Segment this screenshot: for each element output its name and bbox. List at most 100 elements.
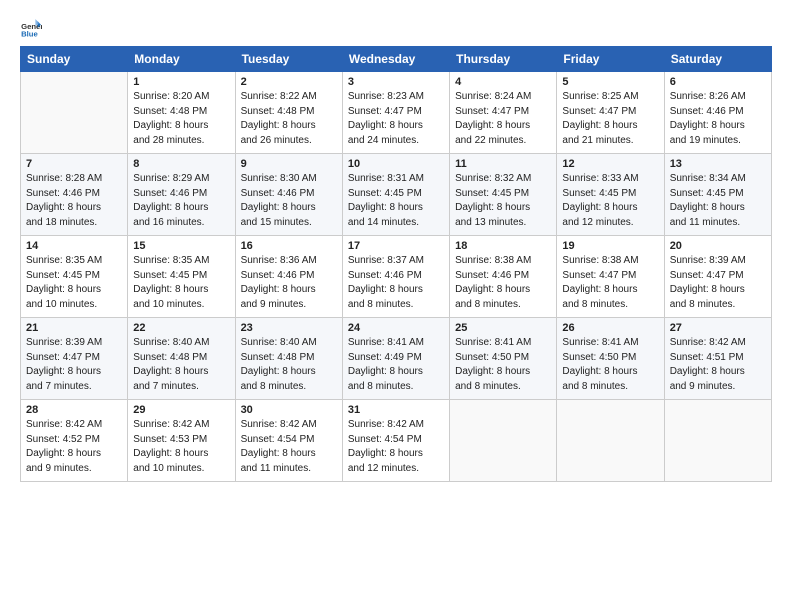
calendar-cell: 29 Sunrise: 8:42 AMSunset: 4:53 PMDayligh… (128, 400, 235, 482)
day-number: 3 (348, 76, 444, 88)
day-number: 11 (455, 158, 551, 170)
calendar-cell: 9 Sunrise: 8:30 AMSunset: 4:46 PMDaylight… (235, 154, 342, 236)
week-row-3: 21 Sunrise: 8:39 AMSunset: 4:47 PMDayligh… (21, 318, 772, 400)
day-number: 31 (348, 404, 444, 416)
day-info: Sunrise: 8:42 AMSunset: 4:51 PMDaylight:… (670, 336, 766, 394)
page: General Blue SundayMondayTuesdayWednesda… (0, 0, 792, 612)
day-info: Sunrise: 8:30 AMSunset: 4:46 PMDaylight:… (241, 172, 337, 230)
day-info: Sunrise: 8:20 AMSunset: 4:48 PMDaylight:… (133, 90, 229, 148)
day-number: 6 (670, 76, 766, 88)
header-monday: Monday (128, 47, 235, 72)
day-info: Sunrise: 8:40 AMSunset: 4:48 PMDaylight:… (241, 336, 337, 394)
day-info: Sunrise: 8:42 AMSunset: 4:52 PMDaylight:… (26, 418, 122, 476)
day-info: Sunrise: 8:31 AMSunset: 4:45 PMDaylight:… (348, 172, 444, 230)
day-number: 20 (670, 240, 766, 252)
calendar-cell: 18 Sunrise: 8:38 AMSunset: 4:46 PMDayligh… (450, 236, 557, 318)
day-info: Sunrise: 8:42 AMSunset: 4:53 PMDaylight:… (133, 418, 229, 476)
day-info: Sunrise: 8:32 AMSunset: 4:45 PMDaylight:… (455, 172, 551, 230)
day-number: 29 (133, 404, 229, 416)
day-info: Sunrise: 8:42 AMSunset: 4:54 PMDaylight:… (348, 418, 444, 476)
day-info: Sunrise: 8:41 AMSunset: 4:50 PMDaylight:… (562, 336, 658, 394)
day-info: Sunrise: 8:41 AMSunset: 4:49 PMDaylight:… (348, 336, 444, 394)
calendar-cell: 8 Sunrise: 8:29 AMSunset: 4:46 PMDaylight… (128, 154, 235, 236)
calendar-cell: 15 Sunrise: 8:35 AMSunset: 4:45 PMDayligh… (128, 236, 235, 318)
calendar-cell: 31 Sunrise: 8:42 AMSunset: 4:54 PMDayligh… (342, 400, 449, 482)
day-number: 28 (26, 404, 122, 416)
day-info: Sunrise: 8:33 AMSunset: 4:45 PMDaylight:… (562, 172, 658, 230)
day-number: 10 (348, 158, 444, 170)
calendar-header-row: SundayMondayTuesdayWednesdayThursdayFrid… (21, 47, 772, 72)
day-info: Sunrise: 8:36 AMSunset: 4:46 PMDaylight:… (241, 254, 337, 312)
header-saturday: Saturday (664, 47, 771, 72)
day-number: 12 (562, 158, 658, 170)
day-info: Sunrise: 8:29 AMSunset: 4:46 PMDaylight:… (133, 172, 229, 230)
calendar-cell: 3 Sunrise: 8:23 AMSunset: 4:47 PMDaylight… (342, 72, 449, 154)
calendar-cell: 12 Sunrise: 8:33 AMSunset: 4:45 PMDayligh… (557, 154, 664, 236)
day-info: Sunrise: 8:28 AMSunset: 4:46 PMDaylight:… (26, 172, 122, 230)
logo: General Blue (20, 18, 44, 40)
calendar-cell: 19Sunrise: 8:38 AMSunset: 4:47 PMDayligh… (557, 236, 664, 318)
logo-icon: General Blue (20, 18, 42, 40)
calendar-cell: 30Sunrise: 8:42 AMSunset: 4:54 PMDayligh… (235, 400, 342, 482)
day-info: Sunrise: 8:39 AMSunset: 4:47 PMDaylight:… (670, 254, 766, 312)
day-number: 4 (455, 76, 551, 88)
day-number: 8 (133, 158, 229, 170)
day-number: 18 (455, 240, 551, 252)
calendar-cell: 5 Sunrise: 8:25 AMSunset: 4:47 PMDaylight… (557, 72, 664, 154)
day-number: 2 (241, 76, 337, 88)
day-info: Sunrise: 8:25 AMSunset: 4:47 PMDaylight:… (562, 90, 658, 148)
day-number: 5 (562, 76, 658, 88)
day-info: Sunrise: 8:35 AMSunset: 4:45 PMDaylight:… (133, 254, 229, 312)
week-row-0: 1 Sunrise: 8:20 AMSunset: 4:48 PMDaylight… (21, 72, 772, 154)
calendar-cell: 7Sunrise: 8:28 AMSunset: 4:46 PMDaylight… (21, 154, 128, 236)
calendar-cell (557, 400, 664, 482)
day-info: Sunrise: 8:24 AMSunset: 4:47 PMDaylight:… (455, 90, 551, 148)
calendar-cell: 26 Sunrise: 8:41 AMSunset: 4:50 PMDayligh… (557, 318, 664, 400)
calendar-cell: 6Sunrise: 8:26 AMSunset: 4:46 PMDaylight… (664, 72, 771, 154)
day-number: 30 (241, 404, 337, 416)
day-info: Sunrise: 8:38 AMSunset: 4:46 PMDaylight:… (455, 254, 551, 312)
calendar-cell: 10 Sunrise: 8:31 AMSunset: 4:45 PMDayligh… (342, 154, 449, 236)
calendar-cell: 1 Sunrise: 8:20 AMSunset: 4:48 PMDaylight… (128, 72, 235, 154)
calendar-cell: 24 Sunrise: 8:41 AMSunset: 4:49 PMDayligh… (342, 318, 449, 400)
calendar-cell: 14 Sunrise: 8:35 AMSunset: 4:45 PMDayligh… (21, 236, 128, 318)
calendar-cell: 25Sunrise: 8:41 AMSunset: 4:50 PMDayligh… (450, 318, 557, 400)
day-info: Sunrise: 8:35 AMSunset: 4:45 PMDaylight:… (26, 254, 122, 312)
day-number: 22 (133, 322, 229, 334)
week-row-1: 7Sunrise: 8:28 AMSunset: 4:46 PMDaylight… (21, 154, 772, 236)
calendar-cell (21, 72, 128, 154)
day-info: Sunrise: 8:22 AMSunset: 4:48 PMDaylight:… (241, 90, 337, 148)
header-sunday: Sunday (21, 47, 128, 72)
day-info: Sunrise: 8:37 AMSunset: 4:46 PMDaylight:… (348, 254, 444, 312)
calendar-cell (664, 400, 771, 482)
week-row-2: 14 Sunrise: 8:35 AMSunset: 4:45 PMDayligh… (21, 236, 772, 318)
header-thursday: Thursday (450, 47, 557, 72)
header-friday: Friday (557, 47, 664, 72)
day-number: 14 (26, 240, 122, 252)
day-number: 27 (670, 322, 766, 334)
day-number: 26 (562, 322, 658, 334)
calendar-cell: 22Sunrise: 8:40 AMSunset: 4:48 PMDayligh… (128, 318, 235, 400)
day-info: Sunrise: 8:39 AMSunset: 4:47 PMDaylight:… (26, 336, 122, 394)
calendar-table: SundayMondayTuesdayWednesdayThursdayFrid… (20, 46, 772, 482)
day-info: Sunrise: 8:34 AMSunset: 4:45 PMDaylight:… (670, 172, 766, 230)
week-row-4: 28 Sunrise: 8:42 AMSunset: 4:52 PMDayligh… (21, 400, 772, 482)
calendar-cell: 28 Sunrise: 8:42 AMSunset: 4:52 PMDayligh… (21, 400, 128, 482)
day-number: 25 (455, 322, 551, 334)
day-number: 24 (348, 322, 444, 334)
day-number: 9 (241, 158, 337, 170)
calendar-cell: 27 Sunrise: 8:42 AMSunset: 4:51 PMDayligh… (664, 318, 771, 400)
header: General Blue (20, 18, 772, 40)
calendar-cell: 16Sunrise: 8:36 AMSunset: 4:46 PMDayligh… (235, 236, 342, 318)
day-number: 1 (133, 76, 229, 88)
calendar-cell: 20 Sunrise: 8:39 AMSunset: 4:47 PMDayligh… (664, 236, 771, 318)
svg-text:Blue: Blue (21, 30, 38, 39)
calendar-cell: 2 Sunrise: 8:22 AMSunset: 4:48 PMDaylight… (235, 72, 342, 154)
calendar-cell: 11 Sunrise: 8:32 AMSunset: 4:45 PMDayligh… (450, 154, 557, 236)
day-info: Sunrise: 8:23 AMSunset: 4:47 PMDaylight:… (348, 90, 444, 148)
day-number: 21 (26, 322, 122, 334)
calendar-cell: 21 Sunrise: 8:39 AMSunset: 4:47 PMDayligh… (21, 318, 128, 400)
calendar-cell: 4 Sunrise: 8:24 AMSunset: 4:47 PMDaylight… (450, 72, 557, 154)
calendar-cell: 23Sunrise: 8:40 AMSunset: 4:48 PMDayligh… (235, 318, 342, 400)
day-number: 15 (133, 240, 229, 252)
